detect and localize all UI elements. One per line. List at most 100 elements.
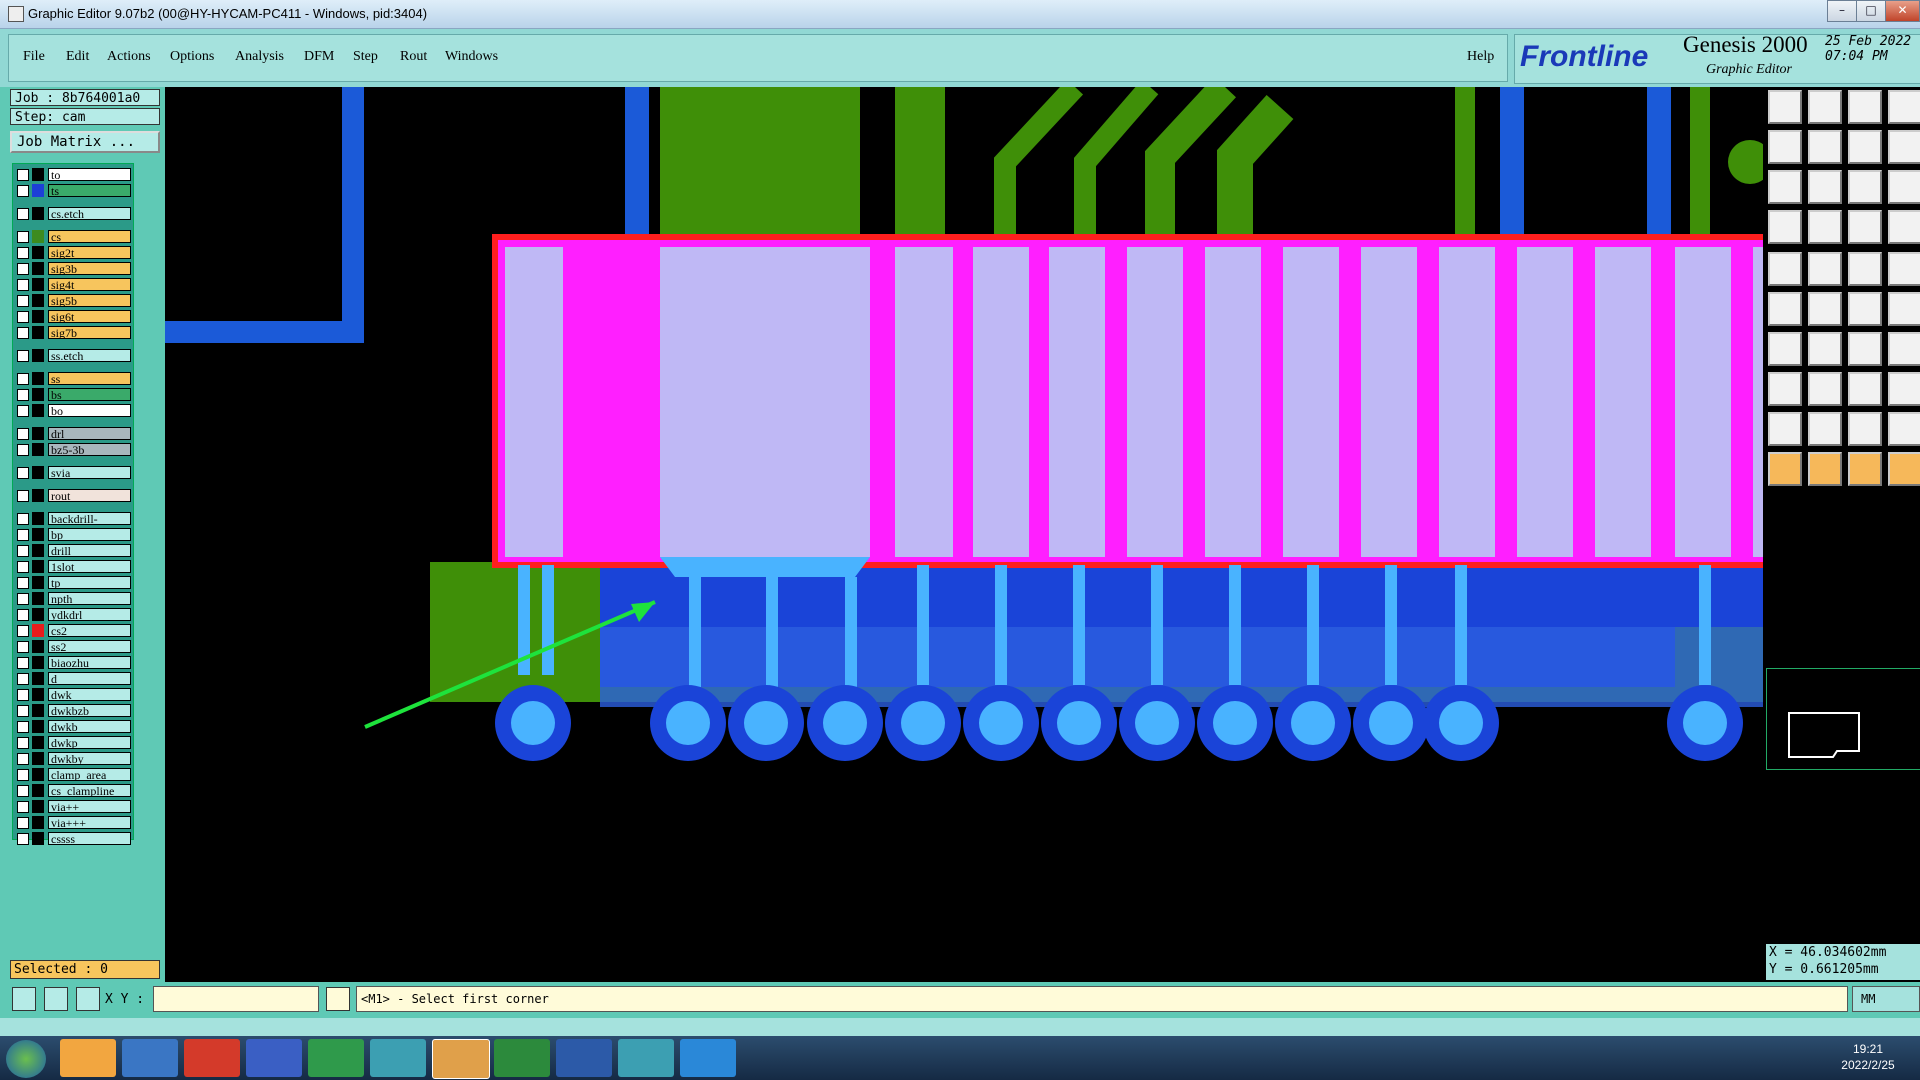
layer-color-swatch[interactable] [32, 656, 44, 669]
measure-tool-button[interactable] [44, 987, 68, 1011]
tool-button[interactable] [1888, 90, 1920, 124]
layer-name[interactable]: cs.etch [48, 207, 131, 220]
layer-checkbox[interactable] [17, 247, 29, 259]
layer-color-swatch[interactable] [32, 688, 44, 701]
layer-color-swatch[interactable] [32, 246, 44, 259]
excel-icon[interactable] [494, 1039, 550, 1077]
layer-checkbox[interactable] [17, 279, 29, 291]
layer-row[interactable]: rout [15, 489, 133, 503]
tool-button[interactable] [1848, 252, 1882, 286]
layer-checkbox[interactable] [17, 350, 29, 362]
layer-name[interactable]: cs_clampline [48, 784, 131, 797]
layer-row[interactable]: npth [15, 592, 133, 606]
tool-button[interactable] [1888, 292, 1920, 326]
layer-name[interactable]: bo [48, 404, 131, 417]
layer-name[interactable]: npth [48, 592, 131, 605]
layer-name[interactable]: sig6t [48, 310, 131, 323]
tool-button[interactable] [1768, 210, 1802, 244]
tool-button[interactable] [1808, 210, 1842, 244]
layer-checkbox[interactable] [17, 169, 29, 181]
tool-button[interactable] [1848, 292, 1882, 326]
tool-button[interactable] [1848, 372, 1882, 406]
tool-button[interactable] [1888, 252, 1920, 286]
tool-button[interactable] [1808, 252, 1842, 286]
layer-row[interactable]: cssss [15, 832, 133, 846]
layer-name[interactable]: clamp_area [48, 768, 131, 781]
layer-name[interactable]: via++ [48, 800, 131, 813]
layer-name[interactable]: ts [48, 184, 131, 197]
tool-button[interactable] [1768, 170, 1802, 204]
layer-row[interactable]: ts [15, 184, 133, 198]
genesis-icon-2[interactable] [618, 1039, 674, 1077]
tool-button[interactable] [1808, 90, 1842, 124]
layer-name[interactable]: ydkdrl [48, 608, 131, 621]
layer-checkbox[interactable] [17, 231, 29, 243]
layer-color-swatch[interactable] [32, 816, 44, 829]
layer-row[interactable]: bs [15, 388, 133, 402]
layer-name[interactable]: dwkby [48, 752, 131, 765]
app-icon-red[interactable] [184, 1039, 240, 1077]
layer-row[interactable]: sig5b [15, 294, 133, 308]
tool-button[interactable] [1808, 452, 1842, 486]
genesis-icon[interactable] [370, 1039, 426, 1077]
layer-name[interactable]: sig5b [48, 294, 131, 307]
tool-button[interactable] [1888, 372, 1920, 406]
layer-checkbox[interactable] [17, 689, 29, 701]
layer-row[interactable]: biaozhu [15, 656, 133, 670]
units-selector[interactable]: MM [1852, 986, 1920, 1012]
layer-color-swatch[interactable] [32, 168, 44, 181]
layer-row[interactable]: bp [15, 528, 133, 542]
layer-checkbox[interactable] [17, 389, 29, 401]
layer-name[interactable]: dwk [48, 688, 131, 701]
layer-row[interactable]: dwkby [15, 752, 133, 766]
layer-checkbox[interactable] [17, 769, 29, 781]
maximize-button[interactable]: □ [1856, 0, 1886, 22]
tool-button[interactable] [1768, 90, 1802, 124]
menu-dfm[interactable]: DFM [304, 49, 334, 65]
layer-color-swatch[interactable] [32, 608, 44, 621]
layer-name[interactable]: bp [48, 528, 131, 541]
layer-name[interactable]: sig4t [48, 278, 131, 291]
layer-row[interactable]: tp [15, 576, 133, 590]
tool-button[interactable] [1888, 412, 1920, 446]
tool-button[interactable] [1848, 170, 1882, 204]
tray-clock[interactable]: 19:21 2022/2/25 [1828, 1041, 1908, 1073]
tool-button[interactable] [1808, 332, 1842, 366]
overview-map[interactable] [1766, 668, 1920, 770]
layer-name[interactable]: sig2t [48, 246, 131, 259]
layer-color-swatch[interactable] [32, 768, 44, 781]
menu-step[interactable]: Step [353, 49, 378, 65]
save-icon[interactable] [246, 1039, 302, 1077]
tool-button[interactable] [1768, 130, 1802, 164]
tool-button[interactable] [1808, 170, 1842, 204]
layer-name[interactable]: ss [48, 372, 131, 385]
layer-checkbox[interactable] [17, 185, 29, 197]
menu-windows[interactable]: Windows [445, 49, 498, 65]
layer-checkbox[interactable] [17, 513, 29, 525]
layer-color-swatch[interactable] [32, 832, 44, 845]
layer-checkbox[interactable] [17, 295, 29, 307]
layer-row[interactable]: ss [15, 372, 133, 386]
layer-row[interactable]: dwkp [15, 736, 133, 750]
tool-button[interactable] [1808, 292, 1842, 326]
layer-name[interactable]: tp [48, 576, 131, 589]
layer-color-swatch[interactable] [32, 592, 44, 605]
layer-color-swatch[interactable] [32, 800, 44, 813]
layer-color-swatch[interactable] [32, 784, 44, 797]
graphic-canvas[interactable] [165, 87, 1763, 982]
app-icon-green[interactable] [308, 1039, 364, 1077]
layer-name[interactable]: via+++ [48, 816, 131, 829]
layer-row[interactable]: dwkb [15, 720, 133, 734]
layer-row[interactable]: bz5-3b [15, 443, 133, 457]
menu-analysis[interactable]: Analysis [235, 49, 284, 65]
layer-color-swatch[interactable] [32, 372, 44, 385]
menu-rout[interactable]: Rout [400, 49, 427, 65]
layer-checkbox[interactable] [17, 490, 29, 502]
tool-button[interactable] [1808, 130, 1842, 164]
tool-button[interactable] [1768, 452, 1802, 486]
layer-color-swatch[interactable] [32, 262, 44, 275]
layer-color-swatch[interactable] [32, 294, 44, 307]
layer-row[interactable]: sig6t [15, 310, 133, 324]
menu-options[interactable]: Options [170, 49, 214, 65]
layer-color-swatch[interactable] [32, 349, 44, 362]
